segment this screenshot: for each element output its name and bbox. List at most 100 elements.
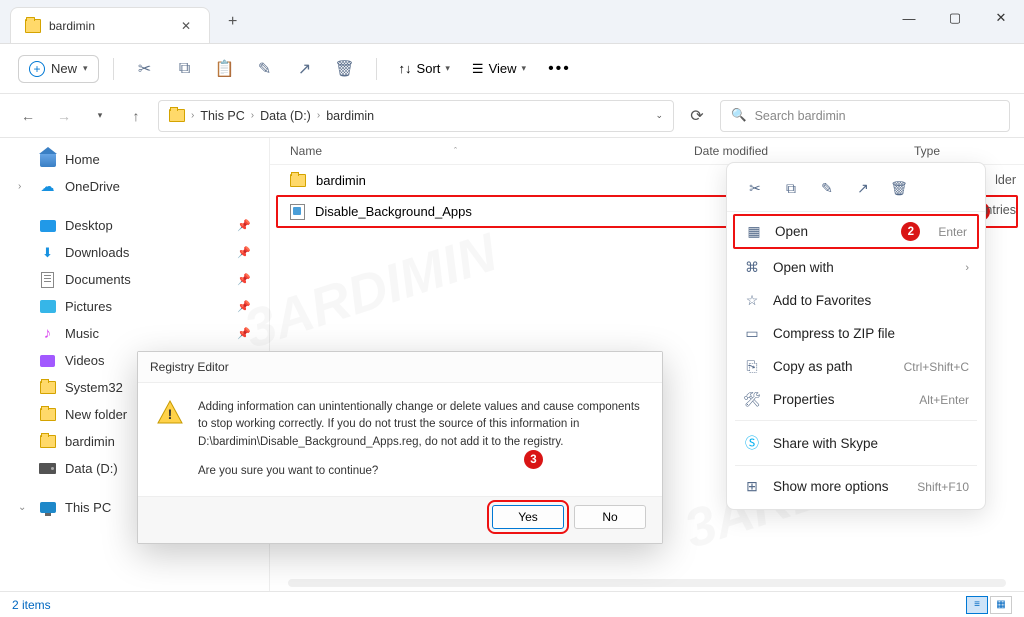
back-button[interactable]: ←: [14, 102, 42, 130]
registry-dialog: Registry Editor ! Adding information can…: [137, 351, 663, 544]
sidebar-label: Videos: [65, 353, 105, 368]
sort-icon: ↑↓: [399, 61, 412, 76]
openwith-icon: ⌘: [743, 259, 761, 276]
cut-icon[interactable]: ✂: [128, 52, 162, 86]
share-icon[interactable]: ↗: [847, 173, 879, 203]
search-input[interactable]: 🔍 Search bardimin: [720, 100, 1010, 132]
more-button[interactable]: •••: [540, 56, 579, 82]
context-hint: Alt+Enter: [919, 393, 969, 407]
separator: [735, 465, 977, 466]
paste-icon[interactable]: 📋: [208, 52, 242, 86]
status-bar: 2 items ≡ ▦: [0, 591, 1024, 617]
videos-icon: [40, 355, 55, 367]
document-icon: [41, 272, 54, 288]
thumbnails-view-button[interactable]: ▦: [990, 596, 1012, 614]
context-favorites[interactable]: ☆ Add to Favorites: [727, 284, 985, 317]
view-switcher: ≡ ▦: [966, 596, 1012, 614]
context-openwith[interactable]: ⌘ Open with ›: [727, 251, 985, 284]
minimize-button[interactable]: —: [886, 0, 932, 36]
chevron-down-icon[interactable]: ⌄: [655, 110, 663, 121]
pin-icon: 📌: [237, 300, 251, 313]
new-button[interactable]: + New ▾: [18, 55, 99, 83]
file-name: bardimin: [316, 173, 366, 188]
crumb-drive[interactable]: Data (D:): [260, 109, 311, 123]
sidebar-item-music[interactable]: ♪ Music 📌: [0, 320, 269, 347]
column-date[interactable]: Date modified: [694, 144, 914, 158]
music-icon: ♪: [39, 325, 56, 342]
rename-icon[interactable]: ✎: [248, 52, 282, 86]
delete-icon[interactable]: 🗑: [883, 173, 915, 203]
column-type[interactable]: Type: [914, 144, 1004, 158]
recent-button[interactable]: ▾: [86, 102, 114, 130]
callout-2: 2: [901, 222, 920, 241]
copy-icon[interactable]: ⧉: [168, 52, 202, 86]
sidebar-label: Music: [65, 326, 99, 341]
column-name[interactable]: Name ˆ: [290, 144, 694, 158]
rename-icon[interactable]: ✎: [811, 173, 843, 203]
titlebar: bardimin ✕ + — ▢ ✕: [0, 0, 1024, 44]
close-button[interactable]: ✕: [978, 0, 1024, 36]
yes-button[interactable]: Yes: [492, 505, 564, 529]
context-label: Open: [775, 224, 808, 239]
up-button[interactable]: ↑: [122, 102, 150, 130]
view-label: View: [489, 61, 517, 76]
crumb-folder[interactable]: bardimin: [326, 109, 374, 123]
star-icon: ☆: [743, 292, 761, 309]
search-placeholder: Search bardimin: [755, 109, 846, 123]
close-tab-icon[interactable]: ✕: [177, 17, 195, 35]
sidebar-item-desktop[interactable]: Desktop 📌: [0, 212, 269, 239]
sidebar-item-onedrive[interactable]: › ☁ OneDrive: [0, 173, 269, 200]
folder-icon: [290, 174, 306, 187]
share-icon[interactable]: ↗: [288, 52, 322, 86]
new-label: New: [51, 61, 77, 76]
cloud-icon: ☁: [39, 178, 56, 195]
folder-icon: [169, 109, 185, 122]
cut-icon[interactable]: ✂: [739, 173, 771, 203]
sidebar-label: Documents: [65, 272, 131, 287]
open-icon: ▦: [745, 223, 763, 240]
context-properties[interactable]: 🛠 Properties Alt+Enter: [727, 383, 985, 416]
pin-icon: 📌: [237, 327, 251, 340]
folder-icon: [25, 19, 41, 33]
context-skype[interactable]: Ⓢ Share with Skype: [727, 425, 985, 461]
details-view-button[interactable]: ≡: [966, 596, 988, 614]
sidebar-label: Downloads: [65, 245, 129, 260]
sidebar-item-downloads[interactable]: ⬇ Downloads 📌: [0, 239, 269, 266]
maximize-button[interactable]: ▢: [932, 0, 978, 36]
context-label: Add to Favorites: [773, 293, 871, 308]
address-bar[interactable]: › This PC › Data (D:) › bardimin ⌄: [158, 100, 674, 132]
context-compress[interactable]: ▭ Compress to ZIP file: [727, 317, 985, 350]
sidebar-label: Home: [65, 152, 100, 167]
refresh-button[interactable]: ⟳: [682, 101, 712, 131]
pc-icon: [40, 502, 56, 513]
sidebar-item-documents[interactable]: Documents 📌: [0, 266, 269, 293]
chevron-right-icon: ›: [965, 262, 969, 274]
sidebar-item-pictures[interactable]: Pictures 📌: [0, 293, 269, 320]
dialog-title: Registry Editor: [138, 352, 662, 383]
pictures-icon: [40, 300, 56, 313]
view-button[interactable]: ☰ View ▾: [464, 57, 534, 81]
folder-icon: [40, 435, 56, 448]
context-open[interactable]: ▦ Open 2 Enter: [733, 214, 979, 249]
sidebar-item-home[interactable]: Home: [0, 146, 269, 173]
chevron-right-icon: ›: [251, 110, 254, 121]
delete-icon[interactable]: 🗑: [328, 52, 362, 86]
context-copypath[interactable]: ⎘ Copy as path Ctrl+Shift+C: [727, 350, 985, 383]
forward-button[interactable]: →: [50, 102, 78, 130]
copy-icon[interactable]: ⧉: [775, 173, 807, 203]
chevron-right-icon: ›: [18, 181, 30, 192]
context-label: Compress to ZIP file: [773, 326, 895, 341]
column-headers: Name ˆ Date modified Type: [270, 138, 1024, 165]
more-icon: ⊞: [743, 478, 761, 495]
scrollbar[interactable]: [288, 579, 1006, 587]
chevron-down-icon: ⌄: [18, 502, 30, 513]
no-button[interactable]: No: [574, 505, 646, 529]
crumb-thispc[interactable]: This PC: [200, 109, 244, 123]
sort-button[interactable]: ↑↓ Sort ▾: [391, 57, 458, 80]
chevron-down-icon: ▾: [445, 63, 450, 74]
status-text: 2 items: [12, 598, 51, 612]
tab-bardimin[interactable]: bardimin ✕: [10, 7, 210, 43]
context-top-bar: ✂ ⧉ ✎ ↗ 🗑: [727, 169, 985, 212]
context-moreoptions[interactable]: ⊞ Show more options Shift+F10: [727, 470, 985, 503]
new-tab-button[interactable]: +: [220, 9, 245, 35]
